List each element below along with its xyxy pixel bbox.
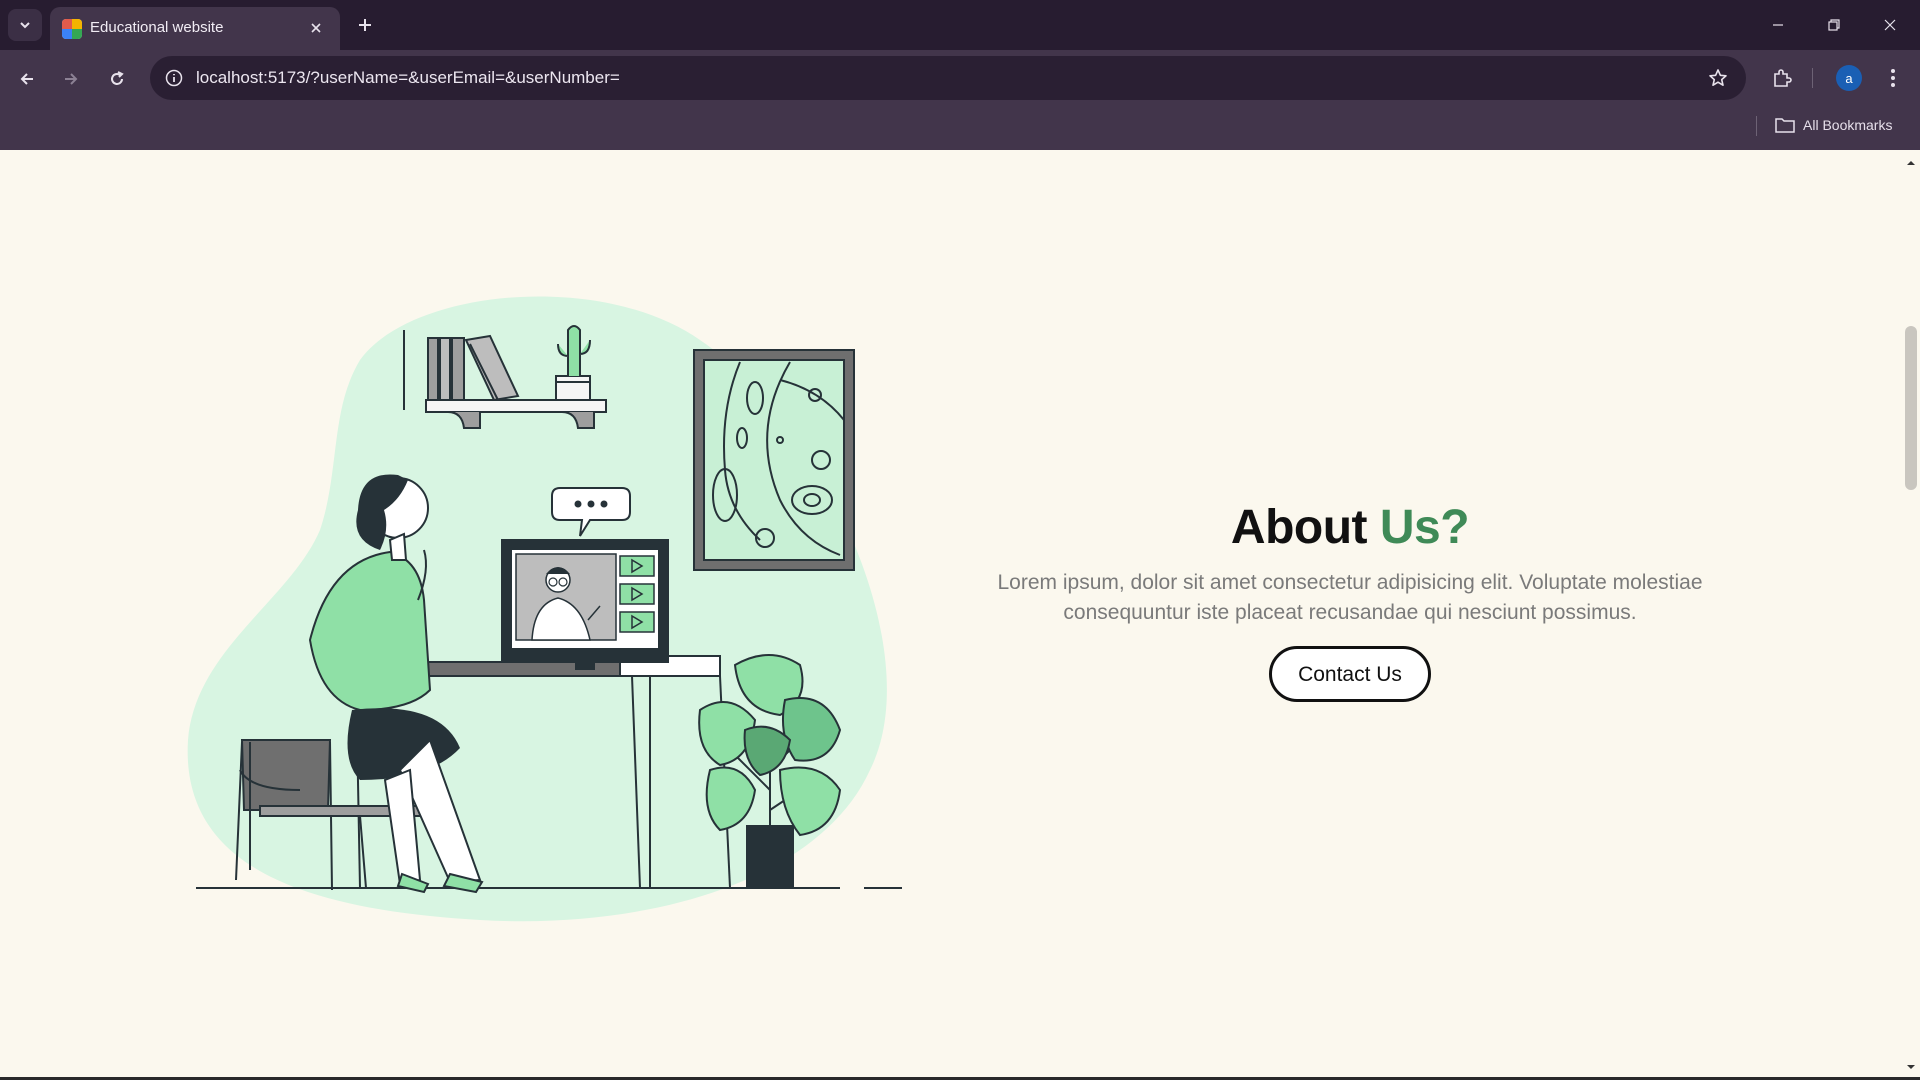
- tab-close-button[interactable]: [304, 16, 328, 40]
- tab-title: Educational website: [90, 19, 224, 36]
- info-icon: [165, 69, 183, 87]
- monitor: [501, 539, 669, 670]
- active-tab[interactable]: Educational website: [50, 7, 340, 50]
- plus-icon: [359, 19, 371, 31]
- page-scrollbar[interactable]: [1902, 150, 1920, 1078]
- page-viewport: About Us? Lorem ipsum, dolor sit amet co…: [0, 150, 1902, 1078]
- window-close-button[interactable]: [1870, 9, 1910, 41]
- back-arrow-icon: [20, 73, 33, 85]
- scroll-down-icon[interactable]: [1906, 1062, 1916, 1072]
- toolbar-separator: [1812, 68, 1813, 88]
- heading-main: About: [1230, 501, 1368, 554]
- folder-icon: [1775, 118, 1795, 133]
- profile-avatar[interactable]: a: [1836, 65, 1862, 91]
- about-section: About Us? Lorem ipsum, dolor sit amet co…: [960, 500, 1740, 702]
- address-bar[interactable]: localhost:5173/?userName=&userEmail=&use…: [150, 56, 1746, 100]
- close-icon: [311, 23, 321, 33]
- bookmark-star-button[interactable]: [1704, 64, 1732, 92]
- star-icon: [1709, 69, 1727, 86]
- online-learning-illustration: [187, 296, 902, 922]
- about-description: Lorem ipsum, dolor sit amet consectetur …: [997, 571, 1703, 624]
- reload-icon: [111, 71, 124, 85]
- forward-arrow-icon: [65, 73, 78, 85]
- bookmarks-separator: [1756, 116, 1757, 136]
- kebab-menu-icon: [1891, 69, 1895, 87]
- restore-icon: [1828, 19, 1840, 31]
- tab-list-button[interactable]: [8, 9, 42, 41]
- back-button[interactable]: [8, 60, 46, 98]
- tab-list-icon: [20, 22, 30, 29]
- scroll-up-icon[interactable]: [1906, 158, 1916, 168]
- minimize-button[interactable]: [1758, 9, 1798, 41]
- favicon-icon: [62, 19, 82, 39]
- all-bookmarks-label: All Bookmarks: [1803, 117, 1893, 133]
- browser-tab-bar: Educational website: [0, 0, 1920, 50]
- heading-accent: Us?: [1379, 501, 1470, 554]
- contact-us-button[interactable]: Contact Us: [1269, 646, 1431, 702]
- url-text[interactable]: localhost:5173/?userName=&userEmail=&use…: [196, 68, 620, 88]
- scroll-thumb[interactable]: [1905, 326, 1917, 490]
- new-tab-button[interactable]: [352, 12, 378, 38]
- forward-button[interactable]: [52, 60, 90, 98]
- window-close-icon: [1884, 19, 1896, 31]
- reload-button[interactable]: [98, 60, 136, 98]
- browser-toolbar: localhost:5173/?userName=&userEmail=&use…: [0, 50, 1920, 150]
- puzzle-icon: [1774, 69, 1792, 87]
- all-bookmarks-button[interactable]: All Bookmarks: [1775, 114, 1892, 136]
- site-info-button[interactable]: [160, 64, 188, 92]
- restore-button[interactable]: [1814, 9, 1854, 41]
- about-heading: About Us?: [960, 500, 1740, 556]
- wall-art-frame: [693, 349, 855, 571]
- minimize-icon: [1773, 24, 1783, 26]
- extensions-button[interactable]: [1764, 60, 1800, 96]
- browser-menu-button[interactable]: [1878, 60, 1908, 96]
